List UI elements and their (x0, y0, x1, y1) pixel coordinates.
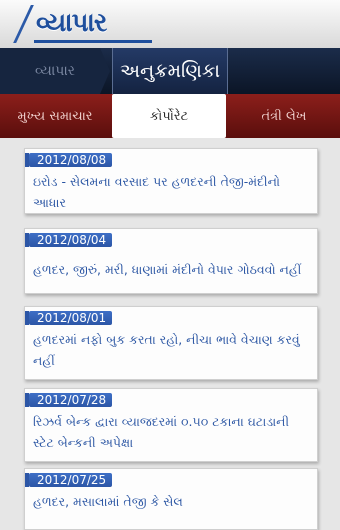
article-card[interactable]: 2012/07/28 રિઝર્વ બેન્ક દ્વારા વ્યાજદરમા… (24, 388, 318, 462)
logo-slash-icon (14, 5, 32, 41)
article-list: 2012/08/08 ઇરોડ - સેલમના વરસાદ પર હળદરની… (0, 138, 340, 530)
article-card[interactable]: 2012/08/08 ઇરોડ - સેલમના વરસાદ પર હળદરની… (24, 148, 318, 214)
article-title[interactable]: હળદર, મસાલામાં તેજી કે સેલ (33, 491, 311, 512)
article-card[interactable]: 2012/08/01 હળદરમાં નફો બુક કરતા રહો, નીચ… (24, 306, 318, 380)
article-title[interactable]: ઇરોડ - સેલમના વરસાદ પર હળદરની તેજી-મંદીન… (33, 171, 311, 213)
app-logo: વ્યાપાર (14, 5, 152, 43)
article-date-badge: 2012/07/25 (24, 473, 113, 487)
logo-text: વ્યાપાર (36, 7, 107, 38)
nav-title: અનુક્રમણિકા (112, 48, 228, 94)
article-date-badge: 2012/08/04 (24, 233, 113, 247)
nav-back-button[interactable]: વ્યાપાર (0, 48, 110, 94)
article-date-badge: 2012/08/08 (24, 153, 113, 167)
logo-underline (34, 40, 152, 43)
article-title[interactable]: હળદર, જીરું, મરી, ધાણામાં મંદીનો વેપાર ગ… (33, 259, 311, 280)
app-header: વ્યાપાર (0, 0, 340, 49)
nav-right-empty (228, 48, 340, 94)
article-card[interactable]: 2012/07/25 હળદર, મસાલામાં તેજી કે સેલ (24, 468, 318, 530)
tab-main-news[interactable]: મુખ્ય સમાચાર (0, 94, 110, 138)
article-card[interactable]: 2012/08/04 હળદર, જીરું, મરી, ધાણામાં મંદ… (24, 228, 318, 294)
tab-editorial[interactable]: તંત્રી લેખ (228, 94, 340, 138)
article-date-badge: 2012/08/01 (24, 311, 113, 325)
tab-corporate[interactable]: કોર્પોરેટ (112, 94, 226, 138)
article-title[interactable]: રિઝર્વ બેન્ક દ્વારા વ્યાજદરમાં ૦.૫૦ ટકાન… (33, 411, 311, 453)
category-tabs: મુખ્ય સમાચાર કોર્પોરેટ તંત્રી લેખ (0, 94, 340, 138)
article-title[interactable]: હળદરમાં નફો બુક કરતા રહો, નીચા ભાવે વેચા… (33, 329, 311, 371)
article-date-badge: 2012/07/28 (24, 393, 113, 407)
top-navigation: વ્યાપાર અનુક્રમણિકા (0, 48, 340, 94)
